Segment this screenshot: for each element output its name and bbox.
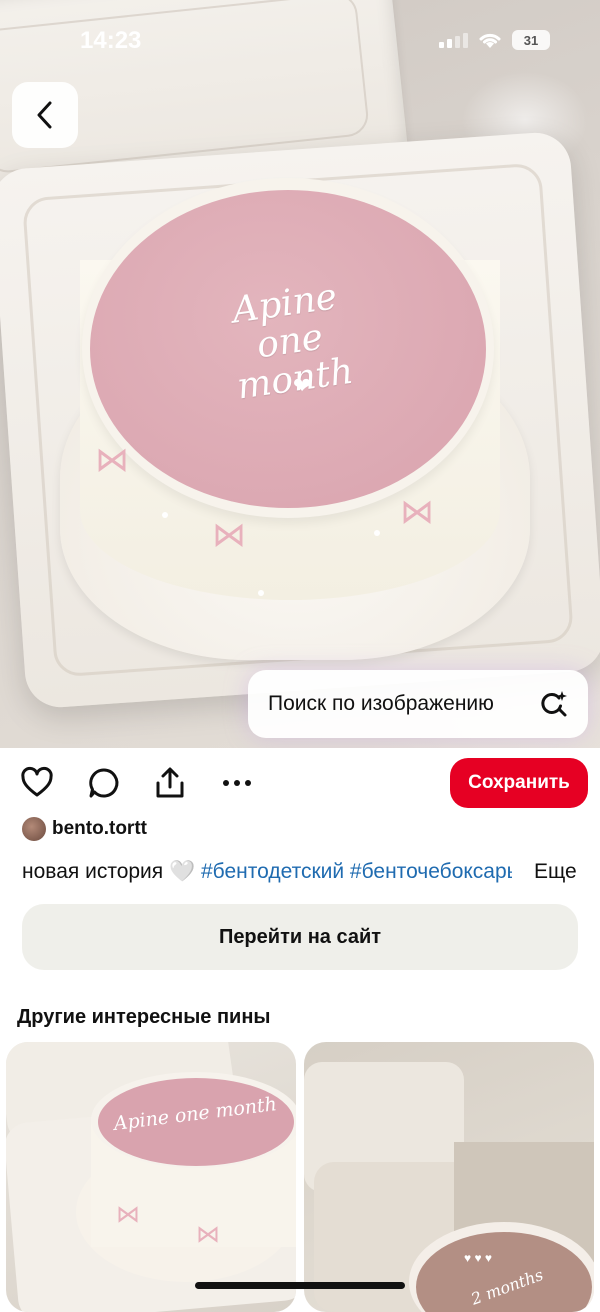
bow-decoration: ⋈ — [212, 516, 246, 554]
comment-icon[interactable] — [87, 766, 121, 800]
save-button[interactable]: Сохранить — [450, 758, 588, 808]
search-by-image-button[interactable]: Поиск по изображению — [248, 670, 588, 738]
pin-actions-bar: Сохранить — [0, 756, 600, 810]
more-options-icon[interactable] — [220, 766, 254, 800]
heart-decoration: ❤ — [293, 373, 312, 398]
visual-search-icon — [541, 691, 567, 717]
svg-text:⋈: ⋈ — [116, 1201, 140, 1228]
chevron-left-icon — [37, 101, 52, 129]
search-by-image-label: Поиск по изображению — [268, 692, 494, 715]
heart-icon[interactable] — [20, 766, 54, 800]
share-icon[interactable] — [153, 766, 187, 800]
related-pins-title: Другие интересные пины — [17, 1006, 271, 1028]
bow-decoration: ⋈ — [400, 493, 434, 531]
wifi-icon — [479, 33, 501, 48]
related-pin[interactable]: 2 months ♥ ♥ ♥ — [304, 1042, 594, 1312]
more-link[interactable]: Еще — [534, 860, 577, 884]
hashtags[interactable]: #бентодетский #бенточебоксары — [201, 860, 512, 883]
related-pin-image: Apine one month ⋈ ⋈ — [6, 1042, 296, 1312]
signal-icon — [439, 32, 468, 48]
avatar — [22, 817, 46, 841]
pin-image[interactable]: Apine one month ❤ ⋈ ⋈ ⋈ 14:23 31 Поиск п… — [0, 0, 600, 748]
bow-decoration: ⋈ — [95, 441, 129, 479]
pearl-dot — [258, 590, 264, 596]
svg-text:♥ ♥ ♥: ♥ ♥ ♥ — [464, 1251, 492, 1265]
home-indicator[interactable] — [195, 1282, 405, 1289]
battery-icon: 31 — [512, 30, 550, 50]
author-link[interactable]: bento.tortt — [22, 817, 147, 841]
pearl-dot — [162, 512, 168, 518]
author-name: bento.tortt — [52, 818, 147, 839]
pearl-dot — [374, 530, 380, 536]
description-text: новая история 🤍 — [22, 860, 201, 883]
visit-site-button[interactable]: Перейти на сайт — [22, 904, 578, 970]
status-icons: 31 — [439, 30, 550, 50]
status-time: 14:23 — [80, 27, 142, 54]
related-pin-image: 2 months ♥ ♥ ♥ — [304, 1062, 594, 1312]
svg-text:⋈: ⋈ — [196, 1221, 220, 1248]
related-pin[interactable]: Apine one month ⋈ ⋈ — [6, 1042, 296, 1312]
back-button[interactable] — [12, 82, 78, 148]
pin-description: новая история 🤍 #бентодетский #бенточебо… — [22, 860, 512, 884]
